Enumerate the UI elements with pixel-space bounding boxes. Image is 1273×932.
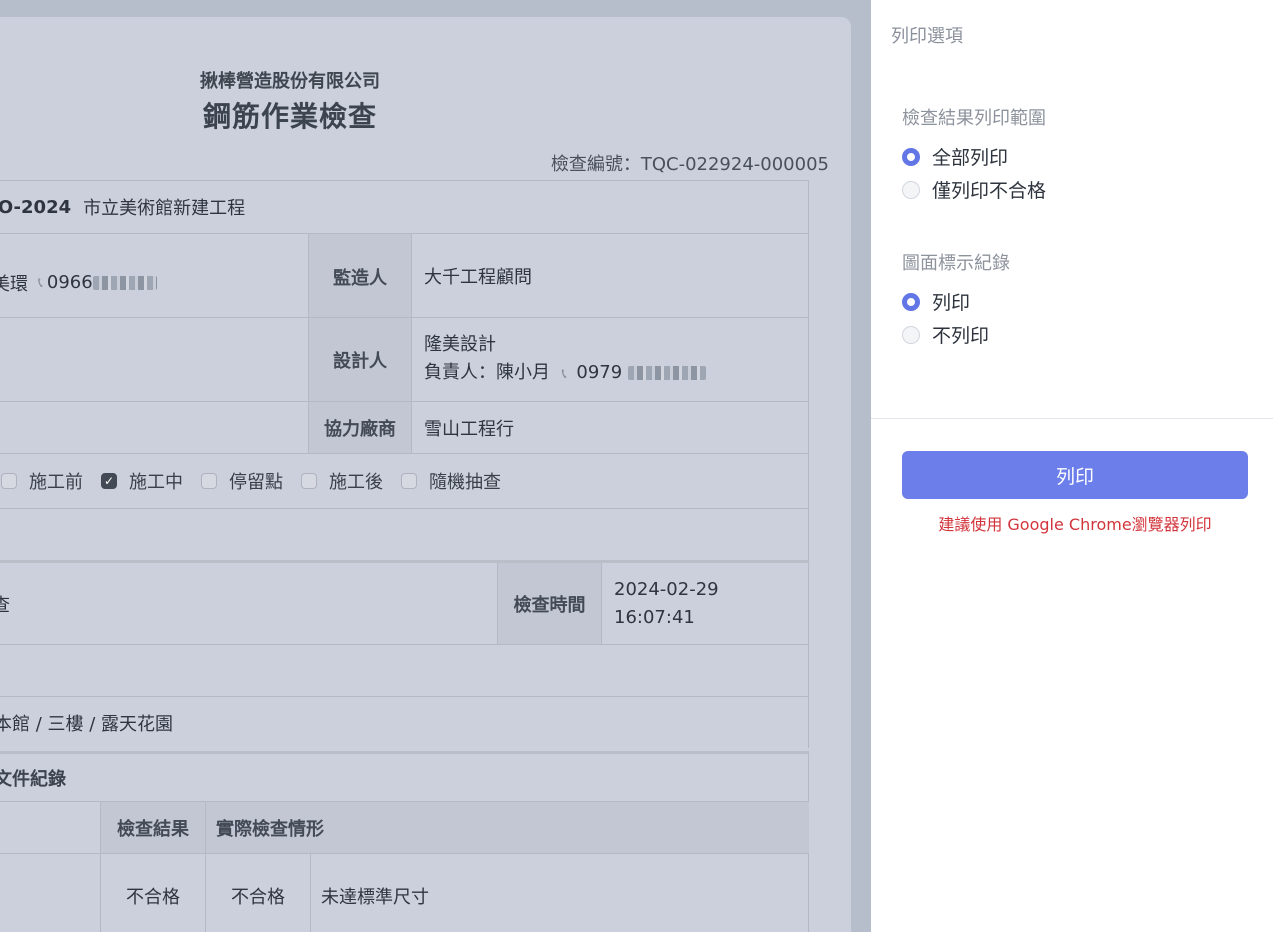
designer-contact: 負責人：陳小月 — [424, 362, 550, 383]
supervisor-value: 大千工程顧問 — [424, 266, 532, 288]
inspection-name: 檢查 — [0, 594, 10, 616]
inspection-date: 2024-02-29 — [614, 578, 719, 600]
print-preview-area: 揪棒營造股份有限公司 鋼筋作業檢查 檢查編號：TQC-022924-000005… — [0, 0, 871, 932]
checkbox-checked-icon: ✓ — [101, 473, 117, 489]
stage-after[interactable]: 施工後 — [301, 468, 383, 494]
records-title: 文件紀錄 — [0, 768, 66, 790]
print-button[interactable]: 列印 — [902, 451, 1248, 499]
checkbox-icon — [301, 473, 317, 489]
checkbox-icon — [1, 473, 17, 489]
redacted-phone — [627, 366, 706, 380]
subcontractor-label: 協力廠商 — [308, 402, 412, 453]
panel-title: 列印選項 — [891, 26, 963, 47]
project-row: MO-2024 市立美術館新建工程 — [0, 180, 809, 233]
phone-icon: 📞︎ — [561, 366, 567, 382]
records-row: 相 文件紀錄 — [0, 751, 809, 801]
project-code: MO-2024 — [0, 196, 72, 218]
fill-placeholder: 填寫 — [0, 318, 308, 401]
document-title: 鋼筋作業檢查 — [202, 100, 377, 133]
radio-selected-icon — [902, 292, 920, 311]
person-name: 陳美環 — [0, 273, 28, 295]
radio-print-failed-only[interactable]: 僅列印不合格 — [902, 176, 1046, 203]
inspection-number: 檢查編號：TQC-022924-000005 — [550, 154, 829, 175]
inspection-time-label: 檢查時間 — [497, 563, 602, 644]
divider — [871, 418, 1273, 419]
redacted-phone — [92, 275, 157, 290]
radio-icon — [902, 180, 920, 199]
checkbox-icon — [401, 473, 417, 489]
result-row: 不合格 不合格 未達標準尺寸 — [0, 853, 809, 932]
person-row: 陳美環 📞︎ 0966 監造人 大千工程顧問 — [0, 233, 809, 317]
stage-random[interactable]: 隨機抽查 — [401, 468, 501, 494]
stage-hold-point[interactable]: 停留點 — [201, 468, 283, 494]
supervisor-label: 監造人 — [308, 234, 412, 317]
stage-checkboxes: 施工前 ✓ 施工中 停留點 施工後 隨機抽查 — [1, 454, 801, 508]
result-value: 不合格 — [100, 854, 206, 932]
document-page: 揪棒營造股份有限公司 鋼筋作業檢查 檢查編號：TQC-022924-000005… — [0, 17, 851, 932]
inspection-time: 16:07:41 — [614, 606, 695, 628]
phone-icon: 📞︎ — [38, 274, 43, 291]
range-group-title: 檢查結果列印範圍 — [902, 108, 1046, 129]
inspection-row: 檢查 檢查時間 2024-02-29 16:07:41 — [0, 560, 809, 644]
checkbox-icon — [201, 473, 217, 489]
empty-row — [0, 508, 809, 560]
inspection-location: 本館 / 三樓 / 露天花園 — [0, 713, 174, 735]
subcontractor-value: 雪山工程行 — [424, 418, 514, 440]
designer-row: 填寫 設計人 隆美設計 負責人：陳小月 📞︎ 0979 — [0, 317, 809, 401]
print-options-panel: 列印選項 檢查結果列印範圍 全部列印 僅列印不合格 圖面標示紀錄 列印 不列印 … — [871, 0, 1273, 932]
browser-hint: 建議使用 Google Chrome瀏覽器列印 — [938, 515, 1212, 534]
location-row: 富 本館 / 三樓 / 露天花園 — [0, 696, 809, 748]
radio-print-all[interactable]: 全部列印 — [902, 143, 1008, 170]
drawing-group-title: 圖面標示紀錄 — [902, 253, 1010, 274]
stage-row: 施工前 ✓ 施工中 停留點 施工後 隨機抽查 — [0, 453, 809, 508]
designer-phone: 0979 — [576, 362, 623, 383]
radio-icon — [902, 325, 920, 344]
radio-selected-icon — [902, 147, 920, 166]
person-phone: 0966 — [46, 272, 93, 293]
stage-during[interactable]: ✓ 施工中 — [101, 468, 183, 494]
radio-drawing-no-print[interactable]: 不列印 — [902, 321, 989, 348]
designer-company: 隆美設計 — [424, 334, 496, 355]
radio-drawing-print[interactable]: 列印 — [902, 288, 970, 315]
result-header-row: 檢查結果 實際檢查情形 — [0, 801, 809, 853]
header-actual: 實際檢查情形 — [206, 802, 809, 853]
designer-label: 設計人 — [308, 318, 412, 401]
subcontractor-row: 協力廠商 雪山工程行 — [0, 401, 809, 453]
actual-result: 不合格 — [206, 854, 311, 932]
empty-row — [0, 644, 809, 696]
actual-description: 未達標準尺寸 — [321, 886, 429, 908]
stage-before[interactable]: 施工前 — [1, 468, 83, 494]
project-name: 市立美術館新建工程 — [83, 198, 246, 219]
company-name: 揪棒營造股份有限公司 — [200, 71, 380, 92]
header-result: 檢查結果 — [100, 802, 206, 853]
